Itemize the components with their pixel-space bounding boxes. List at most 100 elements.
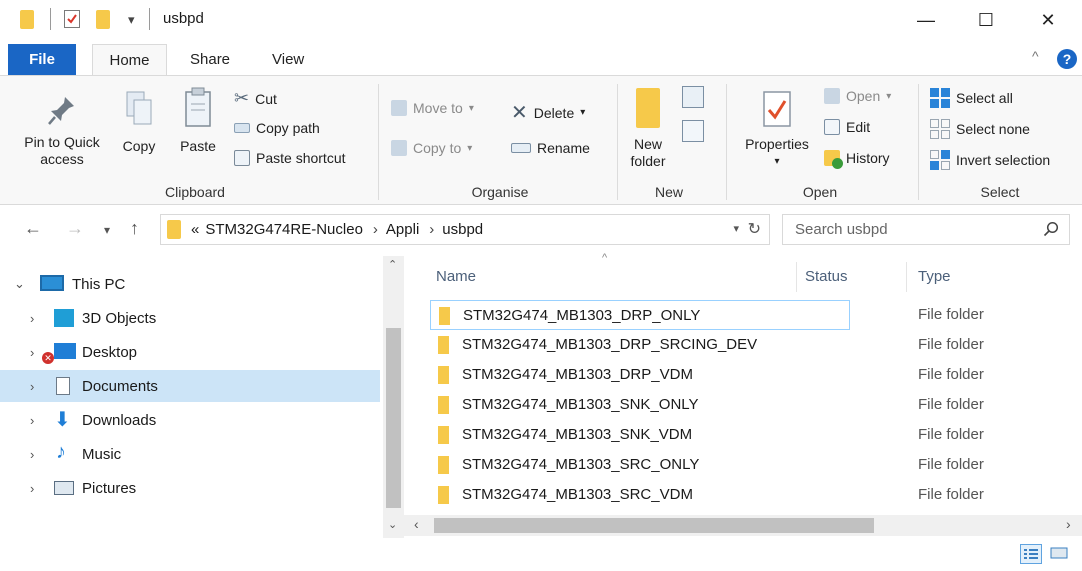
breadcrumb-separator-icon[interactable]: › bbox=[429, 221, 434, 238]
copy-to-button[interactable]: Copy to ▾ bbox=[391, 140, 472, 156]
file-row[interactable]: STM32G474_MB1303_SRC_VDM bbox=[430, 480, 850, 510]
open-button[interactable]: Open ▾ bbox=[824, 88, 891, 104]
address-bar[interactable]: « STM32G474RE-Nucleo › Appli › usbpd ▾ ↻ bbox=[160, 214, 770, 245]
select-all-icon bbox=[930, 88, 950, 108]
documents-icon bbox=[56, 377, 70, 395]
address-dropdown-icon[interactable]: ▾ bbox=[733, 222, 739, 235]
select-all-button[interactable]: Select all bbox=[930, 88, 1013, 108]
tab-home[interactable]: Home bbox=[92, 44, 167, 75]
large-icons-view-icon[interactable] bbox=[1048, 544, 1070, 564]
chevron-down-icon[interactable]: ⌄ bbox=[14, 276, 25, 292]
chevron-right-icon[interactable]: › bbox=[30, 447, 34, 462]
breadcrumb-overflow[interactable]: « bbox=[191, 221, 199, 238]
scrollbar-thumb[interactable] bbox=[386, 328, 401, 508]
column-divider[interactable] bbox=[796, 262, 797, 292]
new-item-icon[interactable] bbox=[682, 86, 704, 108]
scroll-right-icon[interactable]: › bbox=[1066, 516, 1071, 532]
rename-label: Rename bbox=[537, 140, 590, 156]
up-arrow-icon[interactable]: ↑ bbox=[130, 218, 139, 239]
new-folder-quick-icon[interactable] bbox=[96, 10, 110, 29]
column-header-status[interactable]: Status bbox=[805, 258, 848, 294]
tree-label: Pictures bbox=[82, 479, 137, 497]
breadcrumb-separator-icon[interactable]: › bbox=[373, 221, 378, 238]
back-arrow-icon[interactable]: ← bbox=[24, 218, 42, 239]
file-type: File folder bbox=[918, 336, 984, 353]
delete-button[interactable]: ✕ Delete ▾ bbox=[511, 100, 585, 125]
tree-item-downloads[interactable]: › ⬇ Downloads bbox=[0, 404, 380, 436]
rename-button[interactable]: Rename bbox=[511, 140, 590, 156]
breadcrumb-item[interactable]: STM32G474RE-Nucleo bbox=[205, 221, 363, 238]
properties-quick-icon[interactable] bbox=[64, 10, 80, 28]
maximize-button[interactable]: ☐ bbox=[964, 4, 1008, 36]
file-row[interactable]: STM32G474_MB1303_SNK_ONLY bbox=[430, 390, 850, 420]
folder-icon bbox=[438, 486, 449, 504]
search-input[interactable]: Search usbpd bbox=[795, 221, 888, 238]
move-to-icon bbox=[391, 100, 407, 116]
rename-icon bbox=[511, 143, 531, 153]
file-row[interactable]: STM32G474_MB1303_DRP_SRCING_DEV bbox=[430, 330, 850, 360]
refresh-icon[interactable]: ↻ bbox=[748, 219, 761, 239]
select-none-button[interactable]: Select none bbox=[930, 119, 1030, 139]
horizontal-scrollbar[interactable]: ‹ › bbox=[404, 515, 1082, 536]
navigation-pane: ⌄ This PC › 3D Objects › ✕ Desktop › Doc… bbox=[0, 256, 380, 526]
folder-icon bbox=[438, 396, 449, 414]
close-button[interactable]: ✕ bbox=[1026, 4, 1070, 36]
tab-file[interactable]: File bbox=[8, 44, 76, 75]
tree-item-music[interactable]: › ♪ Music bbox=[0, 438, 380, 470]
scrollbar-thumb[interactable] bbox=[434, 518, 874, 533]
chevron-right-icon[interactable]: › bbox=[30, 379, 34, 394]
tree-item-desktop[interactable]: › ✕ Desktop bbox=[0, 336, 380, 368]
cut-button[interactable]: ✂ Cut bbox=[234, 88, 277, 109]
invert-selection-icon bbox=[930, 150, 950, 170]
tab-view[interactable]: View bbox=[260, 44, 316, 75]
collapse-ribbon-icon[interactable]: ^ bbox=[1032, 48, 1039, 64]
tree-item-3d-objects[interactable]: › 3D Objects bbox=[0, 302, 380, 334]
chevron-right-icon[interactable]: › bbox=[30, 481, 34, 496]
breadcrumb-item[interactable]: usbpd bbox=[442, 221, 483, 238]
vertical-scrollbar[interactable]: ⌃ ⌄ bbox=[383, 256, 404, 538]
help-icon[interactable]: ? bbox=[1057, 49, 1077, 69]
scroll-up-icon[interactable]: ⌃ bbox=[388, 258, 397, 271]
file-row[interactable]: STM32G474_MB1303_DRP_VDM bbox=[430, 360, 850, 390]
easy-access-icon[interactable] bbox=[682, 120, 704, 142]
edit-button[interactable]: Edit bbox=[824, 119, 870, 135]
details-view-icon[interactable] bbox=[1020, 544, 1042, 564]
properties-button[interactable]: Properties ▾ bbox=[736, 90, 818, 170]
file-row[interactable]: STM32G474_MB1303_SNK_VDM bbox=[430, 420, 850, 450]
chevron-right-icon[interactable]: › bbox=[30, 311, 34, 326]
recent-locations-chevron-icon[interactable]: ▾ bbox=[104, 223, 110, 237]
history-button[interactable]: History bbox=[824, 150, 890, 169]
column-header-type[interactable]: Type bbox=[918, 258, 951, 294]
file-row[interactable]: STM32G474_MB1303_DRP_ONLY bbox=[430, 300, 850, 330]
scroll-down-icon[interactable]: ⌄ bbox=[388, 518, 397, 531]
scroll-left-icon[interactable]: ‹ bbox=[414, 516, 419, 532]
paste-shortcut-button[interactable]: Paste shortcut bbox=[234, 150, 346, 166]
copy-path-icon bbox=[234, 123, 250, 133]
tree-item-documents[interactable]: › Documents bbox=[0, 370, 380, 402]
file-row[interactable]: STM32G474_MB1303_SRC_ONLY bbox=[430, 450, 850, 480]
new-folder-button[interactable]: New folder bbox=[624, 88, 672, 170]
tab-share[interactable]: Share bbox=[178, 44, 242, 75]
search-icon[interactable] bbox=[1043, 221, 1059, 237]
pin-label: Pin to Quick access bbox=[24, 134, 100, 167]
forward-arrow-icon[interactable]: → bbox=[66, 218, 84, 239]
history-icon bbox=[824, 150, 843, 169]
pin-to-quick-access-button[interactable]: Pin to Quick access bbox=[14, 94, 110, 168]
copy-path-button[interactable]: Copy path bbox=[234, 120, 320, 136]
breadcrumb-item[interactable]: Appli bbox=[386, 221, 419, 238]
invert-selection-button[interactable]: Invert selection bbox=[930, 150, 1050, 170]
search-box[interactable]: Search usbpd bbox=[782, 214, 1070, 245]
tree-item-pictures[interactable]: › Pictures bbox=[0, 472, 380, 504]
chevron-right-icon[interactable]: › bbox=[30, 345, 34, 360]
customize-toolbar-icon[interactable]: ▾ bbox=[128, 12, 135, 28]
pictures-icon bbox=[54, 481, 74, 495]
tree-item-this-pc[interactable]: ⌄ This PC bbox=[0, 268, 380, 300]
move-to-button[interactable]: Move to ▾ bbox=[391, 100, 474, 116]
column-divider[interactable] bbox=[906, 262, 907, 292]
chevron-right-icon[interactable]: › bbox=[30, 413, 34, 428]
column-header-name[interactable]: Name bbox=[436, 258, 476, 294]
paste-button[interactable]: Paste bbox=[175, 86, 221, 155]
paste-shortcut-icon bbox=[234, 150, 250, 166]
minimize-button[interactable]: — bbox=[904, 4, 948, 36]
copy-button[interactable]: Copy bbox=[116, 88, 162, 155]
